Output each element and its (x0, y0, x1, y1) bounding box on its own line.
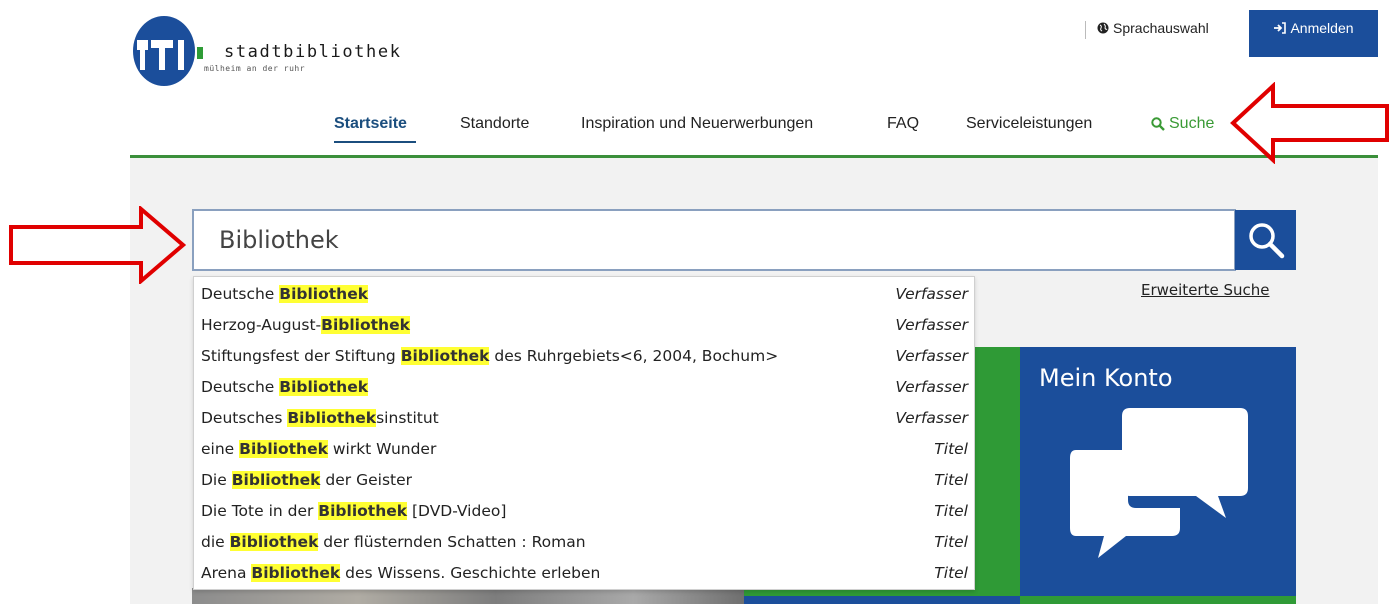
search-icon (1248, 223, 1284, 259)
suggestion-type: Titel (934, 563, 968, 582)
autocomplete-list: Deutsche Bibliothek Verfasser Herzog-Aug… (193, 276, 975, 590)
logo-icon[interactable] (133, 16, 195, 86)
chat-bubbles-icon (1070, 408, 1248, 558)
suggestion-type: Verfasser (895, 408, 968, 427)
green-tile-strip (1020, 596, 1296, 604)
suggestion-highlight: Bibliothek (229, 532, 319, 551)
login-button[interactable]: Anmelden (1249, 10, 1378, 57)
suggestion-text: Stiftungsfest der Stiftung Bibliothek de… (201, 346, 779, 365)
suggestion-type: Verfasser (895, 284, 968, 303)
suggestion-highlight: Bibliothek (321, 315, 410, 334)
suggestion-text: eine Bibliothek wirkt Wunder (201, 439, 437, 458)
suggestion-item[interactable]: Deutsches Bibliotheksinstitut Verfasser (194, 402, 974, 433)
suggestion-text: Deutsches Bibliotheksinstitut (201, 408, 439, 427)
suggestion-type: Verfasser (895, 377, 968, 396)
language-select[interactable]: Sprachauswahl (1097, 20, 1209, 36)
suggestion-text: Arena Bibliothek des Wissens. Geschichte… (201, 563, 601, 582)
suggestion-highlight: Bibliothek (251, 563, 341, 582)
suggestion-text: Herzog-August-Bibliothek (201, 315, 410, 334)
suggestion-text: die Bibliothek der flüsternden Schatten … (201, 532, 586, 551)
suggestion-text: Deutsche Bibliothek (201, 377, 369, 396)
logo-name: stadtbibliothek (224, 42, 402, 62)
suggestion-highlight: Bibliothek (287, 408, 377, 427)
search-icon (1151, 117, 1165, 131)
suggestion-type: Verfasser (895, 346, 968, 365)
suggestion-text: Deutsche Bibliothek (201, 284, 369, 303)
suggestion-type: Titel (934, 470, 968, 489)
nav-item-inspiration[interactable]: Inspiration und Neuerwerbungen (581, 115, 813, 133)
suggestion-item[interactable]: Herzog-August-Bibliothek Verfasser (194, 309, 974, 340)
arrow-annotation-right (9, 206, 186, 284)
suggestion-type: Titel (934, 439, 968, 458)
suggestion-item[interactable]: Die Tote in der Bibliothek [DVD-Video] T… (194, 495, 974, 526)
suggestion-item[interactable]: eine Bibliothek wirkt Wunder Titel (194, 433, 974, 464)
suggestion-highlight: Bibliothek (400, 346, 490, 365)
suggestion-highlight: Bibliothek (318, 501, 408, 520)
suggestion-highlight: Bibliothek (231, 470, 321, 489)
suggestion-item[interactable]: die Bibliothek der flüsternden Schatten … (194, 526, 974, 557)
suggestion-type: Titel (934, 532, 968, 551)
logo-accent-bar (197, 47, 203, 59)
suggestion-highlight: Bibliothek (279, 284, 369, 303)
logo-subtitle: mülheim an der ruhr (204, 64, 306, 73)
arrow-annotation-left (1230, 82, 1389, 164)
library-photo (192, 588, 744, 604)
suggestion-highlight: Bibliothek (239, 439, 328, 458)
nav-active-underline (334, 141, 416, 143)
search-input[interactable] (219, 220, 1199, 260)
suggestion-text: Die Tote in der Bibliothek [DVD-Video] (201, 501, 507, 520)
language-label: Sprachauswahl (1113, 20, 1209, 36)
suggestion-item[interactable]: Deutsche Bibliothek Verfasser (194, 278, 974, 309)
nav-item-startseite[interactable]: Startseite (334, 115, 407, 133)
suggestion-type: Verfasser (895, 315, 968, 334)
suggestion-item[interactable]: Deutsche Bibliothek Verfasser (194, 371, 974, 402)
nav-item-faq[interactable]: FAQ (887, 115, 919, 133)
nav-item-standorte[interactable]: Standorte (460, 115, 529, 133)
suggestion-item[interactable]: Stiftungsfest der Stiftung Bibliothek de… (194, 340, 974, 371)
header-divider (1085, 21, 1086, 39)
suggestion-highlight: Bibliothek (279, 377, 369, 396)
blue-tile-strip (743, 596, 1020, 604)
advanced-search-link[interactable]: Erweiterte Suche (1141, 281, 1269, 299)
suggestion-item[interactable]: Die Bibliothek der Geister Titel (194, 464, 974, 495)
suggestion-item[interactable]: Arena Bibliothek des Wissens. Geschichte… (194, 557, 974, 588)
login-label: Anmelden (1290, 20, 1354, 36)
nav-item-serviceleistungen[interactable]: Serviceleistungen (966, 115, 1092, 133)
nav-item-suche[interactable]: Suche (1151, 115, 1214, 133)
globe-icon (1097, 22, 1109, 34)
search-button[interactable] (1235, 210, 1296, 270)
mein-konto-title: Mein Konto (1039, 364, 1173, 392)
nav-search-label: Suche (1169, 115, 1215, 132)
suggestion-text: Die Bibliothek der Geister (201, 470, 413, 489)
login-icon (1274, 22, 1287, 34)
suggestion-type: Titel (934, 501, 968, 520)
